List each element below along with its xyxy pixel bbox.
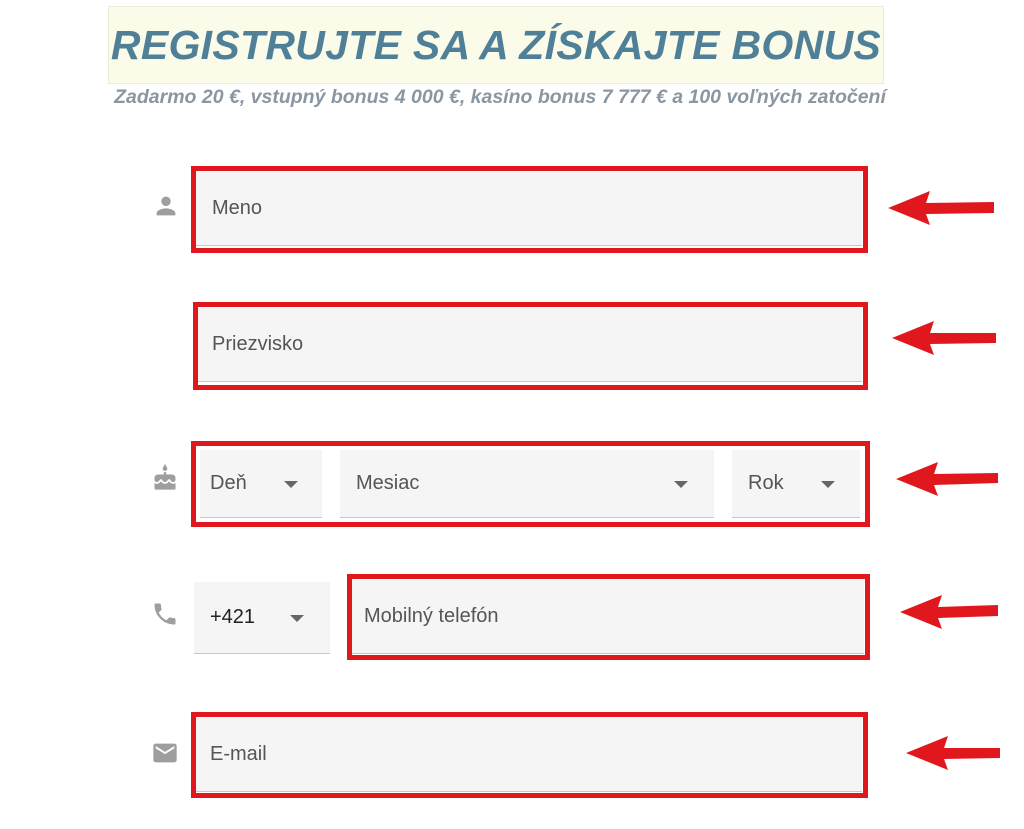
year-select-label: Rok bbox=[748, 472, 784, 494]
arrow-left-icon bbox=[890, 318, 1000, 358]
person-icon bbox=[152, 192, 180, 220]
chevron-down-icon bbox=[284, 480, 298, 488]
last-name-placeholder: Priezvisko bbox=[212, 333, 304, 355]
page-title: REGISTRUJTE SA A ZÍSKAJTE BONUS bbox=[110, 21, 882, 68]
chevron-down-icon bbox=[821, 480, 835, 488]
phone-icon bbox=[151, 600, 179, 628]
arrow-left-icon bbox=[904, 733, 1014, 773]
month-select-label: Mesiac bbox=[356, 472, 420, 494]
chevron-down-icon bbox=[290, 614, 304, 622]
mail-icon bbox=[151, 739, 179, 767]
month-select[interactable]: Mesiac bbox=[340, 450, 714, 518]
last-name-field[interactable]: Priezvisko bbox=[196, 308, 862, 382]
mobile-phone-field[interactable]: Mobilný telefón bbox=[352, 580, 864, 654]
cake-icon bbox=[151, 464, 179, 492]
country-code-select[interactable]: +421 bbox=[194, 582, 330, 654]
mobile-phone-placeholder: Mobilný telefón bbox=[364, 605, 499, 627]
first-name-placeholder: Meno bbox=[212, 197, 263, 219]
arrow-left-icon bbox=[886, 188, 996, 228]
day-select-label: Deň bbox=[210, 472, 247, 494]
arrow-left-icon bbox=[898, 592, 1008, 632]
bonus-subtitle: Zadarmo 20 €, vstupný bonus 4 000 €, kas… bbox=[114, 86, 886, 108]
year-select[interactable]: Rok bbox=[732, 450, 860, 518]
email-placeholder: E-mail bbox=[210, 743, 267, 765]
email-field[interactable]: E-mail bbox=[196, 718, 862, 792]
country-code-value: +421 bbox=[210, 606, 256, 628]
chevron-down-icon bbox=[674, 480, 688, 488]
first-name-field[interactable]: Meno bbox=[196, 172, 862, 246]
day-select[interactable]: Deň bbox=[200, 450, 322, 518]
arrow-left-icon bbox=[894, 459, 1004, 499]
title-banner: REGISTRUJTE SA A ZÍSKAJTE BONUS bbox=[108, 6, 884, 84]
